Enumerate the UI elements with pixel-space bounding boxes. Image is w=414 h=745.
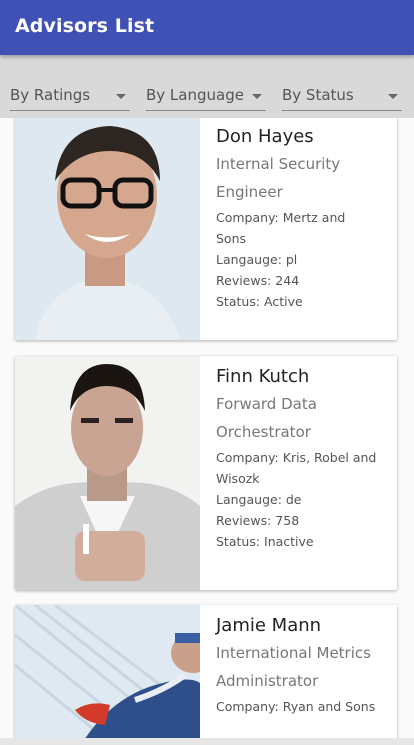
advisor-company: Sons (216, 231, 247, 246)
advisor-company: Wisozk (216, 471, 260, 486)
advisor-language: Langauge: pl (216, 252, 298, 267)
advisor-title: Internal Security (216, 155, 341, 173)
advisor-title: Engineer (216, 183, 283, 201)
advisor-card[interactable]: Jamie Mann International Metrics Adminis… (15, 605, 397, 738)
status-filter-select[interactable]: By Status (282, 82, 402, 111)
advisor-reviews: Reviews: 758 (216, 513, 300, 528)
dropdown-arrow-icon (116, 94, 126, 99)
advisor-info: Finn Kutch Forward Data Orchestrator Com… (216, 356, 392, 552)
dropdown-arrow-icon (388, 94, 398, 99)
bottom-edge (0, 738, 414, 745)
advisor-title: Forward Data (216, 395, 317, 413)
advisor-language: Langauge: de (216, 492, 302, 507)
app-bar: Advisors List (0, 0, 414, 55)
dropdown-arrow-icon (252, 94, 262, 99)
advisor-reviews: Reviews: 244 (216, 273, 300, 288)
advisor-card[interactable]: Don Hayes Internal Security Engineer Com… (15, 118, 397, 340)
advisor-title: International Metrics (216, 644, 371, 662)
advisor-info: Jamie Mann International Metrics Adminis… (216, 605, 392, 717)
advisor-status: Status: Active (216, 294, 303, 309)
language-filter-select[interactable]: By Language (146, 82, 266, 111)
advisor-company: Company: Kris, Robel and (216, 450, 377, 465)
advisor-photo (15, 605, 200, 738)
advisor-title: Administrator (216, 672, 319, 690)
ratings-filter-select[interactable]: By Ratings (10, 82, 130, 111)
status-filter-label: By Status (282, 86, 354, 104)
language-filter-label: By Language (146, 86, 244, 104)
advisor-title: Orchestrator (216, 423, 311, 441)
advisor-info: Don Hayes Internal Security Engineer Com… (216, 118, 392, 312)
advisor-company: Company: Mertz and (216, 210, 346, 225)
advisor-name: Finn Kutch (216, 366, 310, 387)
advisor-photo (15, 118, 200, 340)
advisor-photo (15, 356, 200, 590)
advisor-name: Jamie Mann (216, 615, 322, 636)
ratings-filter-label: By Ratings (10, 86, 91, 104)
advisor-company: Company: Ryan and Sons (216, 699, 376, 714)
advisor-status: Status: Inactive (216, 534, 314, 549)
advisor-card[interactable]: Finn Kutch Forward Data Orchestrator Com… (15, 356, 397, 590)
filter-bar: By Ratings By Language By Status (0, 55, 414, 118)
page-title: Advisors List (15, 15, 155, 37)
advisor-list: Don Hayes Internal Security Engineer Com… (0, 118, 414, 738)
advisor-name: Don Hayes (216, 126, 314, 147)
